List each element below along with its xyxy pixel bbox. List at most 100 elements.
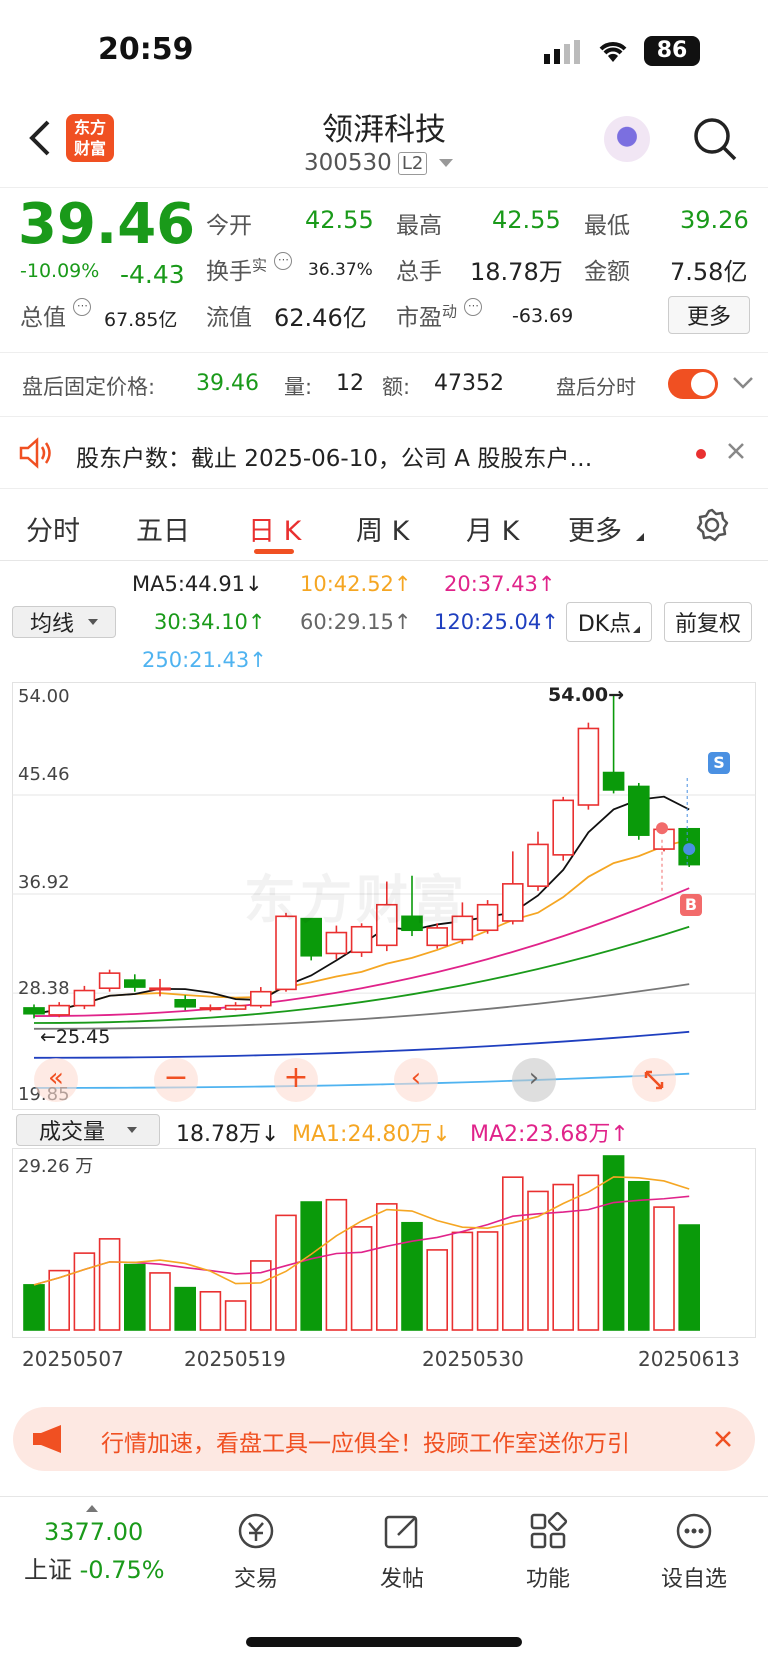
- status-bar: 20:59 86: [0, 0, 768, 100]
- candle-body: [552, 799, 575, 856]
- scroll-left-fast-button[interactable]: «: [34, 1058, 78, 1102]
- robot-assistant-icon[interactable]: [604, 116, 650, 162]
- after-volume-label: 量:: [284, 375, 313, 399]
- volume-bar: [149, 1272, 171, 1331]
- index-value: 3377.00: [44, 1518, 144, 1546]
- stock-name: 领湃科技: [322, 112, 446, 148]
- volume-bar: [678, 1224, 701, 1331]
- after-price-label: 盘后固定价格:: [22, 375, 156, 399]
- grid-icon: [530, 1511, 568, 1549]
- candle-body: [325, 931, 348, 955]
- chevron-down-icon: [439, 159, 454, 167]
- y-tick-label: 45.46: [18, 764, 70, 785]
- volume-bar: [653, 1206, 675, 1331]
- announcement-text: 股东户数：截止 2025-06-10，公司 A 股股东户…: [76, 446, 593, 472]
- chevron-down-icon[interactable]: [732, 375, 754, 395]
- volume-bar: [275, 1214, 297, 1331]
- nav-watchlist[interactable]: 设自选: [644, 1511, 744, 1593]
- trade-icon: [238, 1513, 274, 1549]
- ma120-value: 120:25.04↑: [434, 610, 559, 634]
- fullscreen-icon[interactable]: [632, 1058, 676, 1102]
- mktcap-value: 67.85亿: [104, 309, 178, 331]
- candle-body: [224, 1004, 247, 1010]
- tab-daily-k[interactable]: 日 K: [248, 509, 301, 548]
- tab-five-day[interactable]: 五日: [136, 509, 190, 548]
- volume-value: 18.78万: [470, 258, 563, 286]
- volume-ma1: MA1:24.80万↓: [292, 1122, 451, 1147]
- tab-intraday[interactable]: 分时: [26, 509, 80, 548]
- dk-point-button[interactable]: DK点: [566, 602, 652, 642]
- logo-line-1: 东方: [73, 118, 106, 137]
- sell-signal-dot: [683, 843, 696, 856]
- volume-bar: [350, 1226, 373, 1331]
- zoom-in-button[interactable]: +: [274, 1058, 318, 1102]
- announcement-bar[interactable]: 股东户数：截止 2025-06-10，公司 A 股股东户…: [0, 417, 768, 489]
- volume-bar: [23, 1284, 45, 1331]
- megaphone-icon: [31, 1423, 67, 1459]
- min-price-marker: ←25.45: [40, 1026, 111, 1048]
- back-arrow-icon[interactable]: [26, 118, 52, 162]
- tab-more[interactable]: 更多: [568, 509, 622, 548]
- sell-signal-badge[interactable]: S: [708, 752, 730, 774]
- nav-trade[interactable]: 交易: [206, 1511, 306, 1593]
- mktcap-label-text: 总值: [20, 305, 66, 331]
- settings-gear-icon[interactable]: [694, 507, 730, 547]
- after-hours-toggle[interactable]: [668, 369, 718, 399]
- bottom-toolbar: 3377.00 上证 -0.75% 交易 发帖 功能 设自选: [0, 1496, 768, 1663]
- ma120-line: [33, 1030, 690, 1059]
- active-tab-indicator: [254, 549, 294, 554]
- price-adjust-button[interactable]: 前复权: [664, 602, 752, 642]
- close-icon[interactable]: [713, 1429, 733, 1453]
- tab-weekly-k[interactable]: 周 K: [356, 509, 409, 548]
- close-icon[interactable]: [726, 441, 746, 465]
- info-icon[interactable]: ⋯: [274, 252, 293, 270]
- info-icon[interactable]: ⋯: [73, 298, 92, 316]
- search-icon[interactable]: [692, 116, 738, 166]
- volume-bar: [325, 1198, 348, 1331]
- high-label: 最高: [396, 213, 442, 239]
- volume-bar: [224, 1300, 247, 1331]
- last-price: 39.46: [18, 192, 196, 257]
- volume-bar: [426, 1249, 449, 1331]
- ma250-line: [33, 1072, 690, 1089]
- stock-code-row[interactable]: 300530 L2: [304, 150, 454, 176]
- indicator-selector[interactable]: 均线: [12, 606, 116, 638]
- after-hours-bar: 盘后固定价格: 39.46 量: 12 额: 47352 盘后分时: [0, 353, 768, 417]
- nav-functions[interactable]: 功能: [498, 1511, 598, 1593]
- scroll-left-button[interactable]: ‹: [394, 1058, 438, 1102]
- buy-signal-badge[interactable]: B: [680, 894, 702, 916]
- y-tick-label: 28.38: [18, 978, 70, 999]
- candle-body: [250, 990, 272, 1007]
- scroll-right-button[interactable]: ›: [512, 1058, 556, 1102]
- volume-chart[interactable]: [12, 1148, 756, 1338]
- unread-dot: [696, 449, 706, 459]
- volume-bar: [199, 1290, 222, 1331]
- nav-post[interactable]: 发帖: [352, 1511, 452, 1593]
- promo-banner[interactable]: 行情加速，看盘工具一应俱全！投顾工作室送你万引: [13, 1407, 755, 1471]
- info-icon[interactable]: ⋯: [464, 298, 483, 316]
- index-ticker[interactable]: 3377.00 上证 -0.75%: [24, 1505, 184, 1585]
- volume-ma2: MA2:23.68万↑: [470, 1122, 629, 1147]
- buy-signal-dot: [656, 822, 668, 835]
- candle-body: [199, 1007, 222, 1011]
- chart-period-tabs: 分时 五日 日 K 周 K 月 K 更多: [0, 489, 768, 561]
- zoom-out-button[interactable]: −: [154, 1058, 198, 1102]
- ma250-value: 250:21.43↑: [142, 648, 267, 672]
- candle-body: [98, 972, 121, 990]
- float-value: 62.46亿: [274, 304, 367, 332]
- volume-bar: [577, 1174, 600, 1331]
- candle-body: [627, 785, 650, 836]
- volume-max-label: 29.26 万: [18, 1156, 94, 1177]
- date-label: 20250519: [184, 1347, 286, 1371]
- more-button[interactable]: 更多: [668, 296, 750, 334]
- volume-indicator-selector[interactable]: 成交量: [16, 1114, 160, 1146]
- nav-functions-label: 功能: [525, 1567, 570, 1592]
- stock-code: 300530: [304, 150, 392, 176]
- open-value: 42.55: [305, 206, 374, 234]
- date-label: 20250530: [422, 1347, 524, 1371]
- volume-bar: [124, 1263, 146, 1331]
- tab-monthly-k[interactable]: 月 K: [466, 509, 519, 548]
- turnover-label-text: 换手: [206, 259, 252, 285]
- pe-value: -63.69: [512, 305, 574, 327]
- nav-trade-label: 交易: [233, 1567, 278, 1592]
